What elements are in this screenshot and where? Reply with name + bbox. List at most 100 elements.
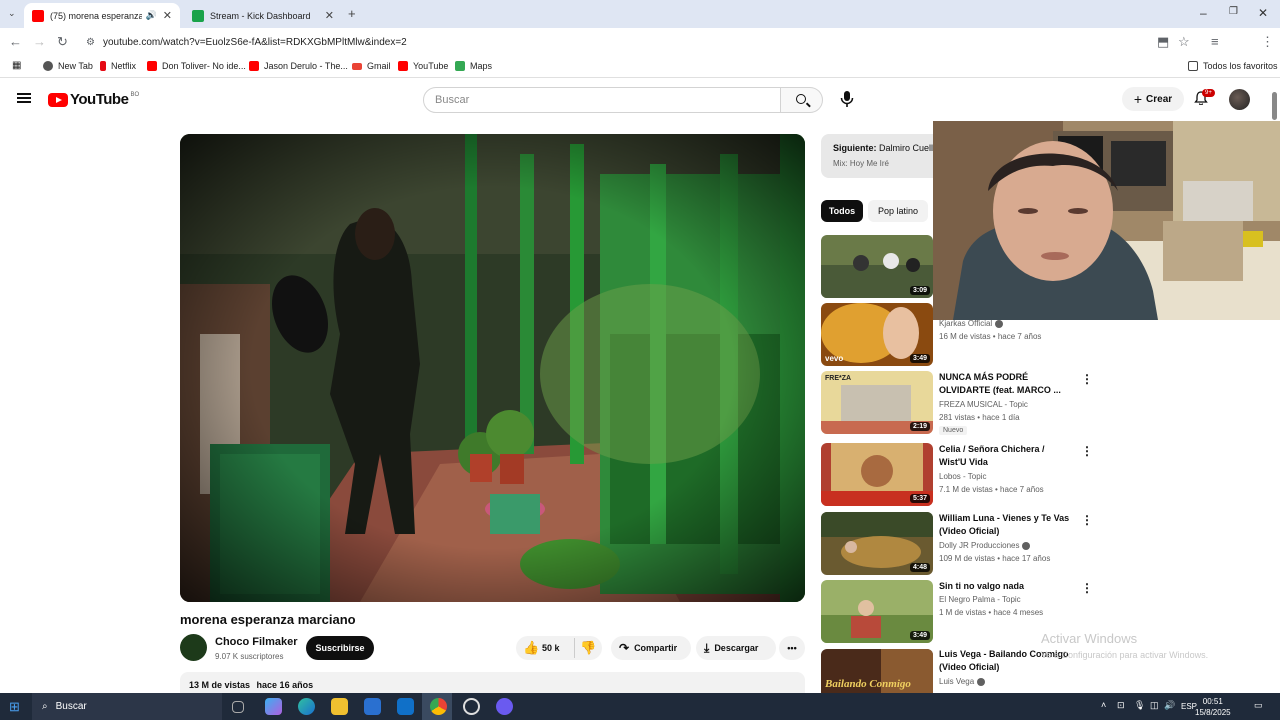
audio-playing-icon[interactable]: 🔊 xyxy=(146,10,157,21)
page-scrollbar[interactable] xyxy=(1272,92,1277,120)
bookmark-jason-derulo[interactable]: Jason Derulo - The... xyxy=(249,61,348,71)
account-avatar[interactable] xyxy=(1229,89,1250,110)
chip-pop-latino[interactable]: Pop latino xyxy=(868,200,928,222)
video-thumbnail[interactable]: FRE*ZA 2:19 xyxy=(821,371,933,434)
video-thumbnail[interactable]: Bailando Conmigo xyxy=(821,649,933,693)
more-options-icon[interactable]: ⋮ xyxy=(1081,581,1093,595)
windows-start-icon[interactable]: ⊞ xyxy=(9,699,20,715)
share-button[interactable]: ↷ Compartir xyxy=(611,636,691,660)
mic-tray-icon[interactable]: 🎙 xyxy=(1134,700,1145,711)
video-channel[interactable]: Kjarkas Official xyxy=(939,319,1004,328)
video-title[interactable]: Celia / Señora Chichera / Wist'U Vida xyxy=(939,443,1074,469)
bookmark-youtube[interactable]: YouTube xyxy=(398,61,448,71)
close-tab-icon[interactable]: ✕ xyxy=(325,9,334,22)
bookmark-don-toliver[interactable]: Don Toliver- No ide... xyxy=(147,61,246,71)
more-options-icon[interactable]: ⋮ xyxy=(1081,372,1093,386)
video-thumbnail[interactable]: 5:37 xyxy=(821,443,933,506)
reload-icon[interactable]: ↻ xyxy=(57,34,68,50)
channel-name[interactable]: Choco Filmaker xyxy=(215,636,298,648)
site-info-icon[interactable]: ⚙ xyxy=(86,37,95,48)
browser-tab-bar: ⌄ (75) morena esperanza marciano 🔊 ✕ Str… xyxy=(0,0,1280,28)
tab-youtube[interactable]: (75) morena esperanza marciano 🔊 ✕ xyxy=(24,3,180,28)
minimize-icon[interactable]: – xyxy=(1200,6,1207,20)
video-channel[interactable]: Dolly JR Producciones xyxy=(939,541,1031,550)
mix-label: Mix: Hoy Me Iré xyxy=(833,159,890,168)
install-app-icon[interactable]: ⬒ xyxy=(1157,34,1169,50)
more-actions-button[interactable]: ••• xyxy=(779,636,805,660)
bookmark-new-tab[interactable]: New Tab xyxy=(43,61,93,71)
microphone-icon[interactable] xyxy=(840,91,854,107)
apps-icon[interactable]: ▦ xyxy=(12,60,21,71)
tab-kick[interactable]: Stream - Kick Dashboard ✕ xyxy=(184,3,342,28)
video-channel[interactable]: FREZA MUSICAL - Topic xyxy=(939,400,1028,409)
download-button[interactable]: ⤓ Descargar xyxy=(696,636,776,660)
close-tab-icon[interactable]: ✕ xyxy=(163,9,172,22)
video-title[interactable]: NUNCA MÁS PODRÉ OLVIDARTE (feat. MARCO .… xyxy=(939,371,1074,397)
task-view-icon[interactable] xyxy=(232,701,244,713)
taskbar-search[interactable]: ⌕ Buscar xyxy=(32,693,222,720)
chrome-icon[interactable] xyxy=(430,698,447,715)
video-thumbnail[interactable]: 4:48 xyxy=(821,512,933,575)
restore-icon[interactable]: ❐ xyxy=(1229,6,1238,17)
video-meta: 16 M de vistas • hace 7 años xyxy=(939,332,1042,341)
search-input[interactable]: Buscar xyxy=(423,87,781,113)
youtube-logo[interactable]: YouTube BO xyxy=(48,91,139,108)
all-bookmarks[interactable]: Todos los favoritos xyxy=(1188,61,1278,71)
file-explorer-icon[interactable] xyxy=(331,698,348,715)
bookmark-label: Jason Derulo - The... xyxy=(264,61,348,71)
wifi-tray-icon[interactable]: ◫ xyxy=(1150,700,1159,711)
video-channel[interactable]: Luis Vega xyxy=(939,677,986,686)
video-thumbnail[interactable]: vevo 3:49 xyxy=(821,303,933,366)
copilot-icon[interactable] xyxy=(265,698,282,715)
verified-icon xyxy=(1022,541,1031,550)
webcam-image xyxy=(933,121,1280,320)
address-bar[interactable]: ⚙ youtube.com/watch?v=EuolzS6e-fA&list=R… xyxy=(78,30,1198,54)
obs-icon[interactable] xyxy=(463,698,480,715)
video-channel[interactable]: Lobos - Topic xyxy=(939,472,986,481)
search-button[interactable] xyxy=(781,87,823,113)
new-badge: Nuevo xyxy=(939,426,968,435)
video-channel[interactable]: El Negro Palma - Topic xyxy=(939,595,1021,604)
video-title[interactable]: Sin ti no valgo nada xyxy=(939,580,1074,593)
network-tray-icon[interactable]: ⊡ xyxy=(1117,700,1125,711)
video-thumbnail[interactable]: 3:09 xyxy=(821,235,933,298)
up-next-panel[interactable]: Siguiente: Dalmiro Cuell Mix: Hoy Me Iré xyxy=(821,134,941,178)
system-clock[interactable]: 00:51 15/8/2025 xyxy=(1195,696,1231,718)
up-next-line: Siguiente: Dalmiro Cuell xyxy=(833,143,933,153)
channel-avatar[interactable] xyxy=(180,634,207,661)
bookmark-netflix[interactable]: Netflix xyxy=(100,61,136,71)
menu-icon[interactable]: ⋮ xyxy=(1261,34,1274,50)
video-frame xyxy=(180,134,805,602)
close-window-icon[interactable]: ✕ xyxy=(1258,6,1268,20)
video-player[interactable] xyxy=(180,134,805,602)
video-thumbnail[interactable]: 3:49 xyxy=(821,580,933,643)
notification-center-icon[interactable]: ▭ xyxy=(1254,700,1263,711)
menu-icon[interactable] xyxy=(17,93,31,103)
volume-tray-icon[interactable]: 🔊 xyxy=(1164,700,1175,711)
divider xyxy=(574,638,575,658)
url-text: youtube.com/watch?v=EuolzS6e-fA&list=RDK… xyxy=(102,36,407,48)
discord-icon[interactable] xyxy=(496,698,513,715)
bookmark-gmail[interactable]: Gmail xyxy=(352,61,391,71)
subscribe-button[interactable]: Suscribirse xyxy=(306,636,374,660)
new-tab-icon[interactable]: + xyxy=(348,6,356,21)
tray-overflow-icon[interactable]: ˄ xyxy=(1101,700,1106,710)
back-icon[interactable]: ← xyxy=(9,34,22,49)
forward-icon[interactable]: → xyxy=(33,34,46,49)
edge-icon[interactable] xyxy=(298,698,315,715)
youtube-favicon-icon xyxy=(32,9,44,22)
chip-todos[interactable]: Todos xyxy=(821,200,863,222)
tab-search-icon[interactable]: ⌄ xyxy=(8,8,16,19)
store-icon[interactable] xyxy=(364,698,381,715)
create-button[interactable]: + Crear xyxy=(1122,87,1184,111)
bookmark-maps[interactable]: Maps xyxy=(455,61,492,71)
outlook-icon[interactable] xyxy=(397,698,414,715)
more-options-icon[interactable]: ⋮ xyxy=(1081,444,1093,458)
globe-icon xyxy=(43,61,53,71)
bookmark-star-icon[interactable]: ☆ xyxy=(1178,34,1190,50)
like-button[interactable]: 👍 xyxy=(523,640,539,656)
more-options-icon[interactable]: ⋮ xyxy=(1081,513,1093,527)
dislike-button[interactable]: 👎 xyxy=(580,640,596,656)
video-title[interactable]: William Luna - Vienes y Te Vas (Video Of… xyxy=(939,512,1074,538)
media-control-icon[interactable]: ≡ xyxy=(1211,34,1219,49)
